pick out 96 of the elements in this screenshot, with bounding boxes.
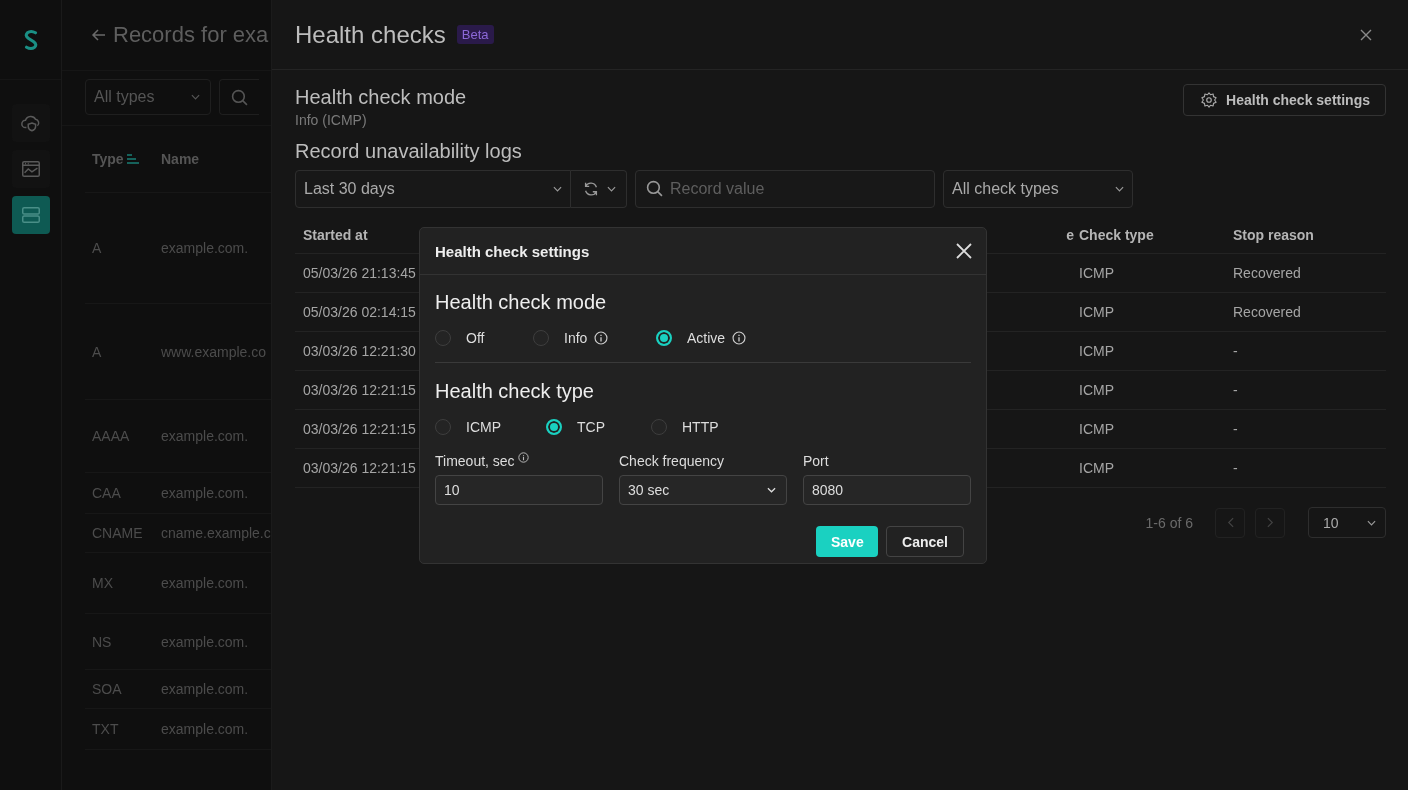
column-header: Check type (1079, 227, 1155, 243)
back-arrow-icon[interactable] (91, 27, 107, 43)
search-field[interactable] (219, 79, 259, 115)
table-cell-text: AAAA (91, 428, 131, 444)
section-heading: Record unavailability logs (295, 140, 523, 163)
table-cell-text: MX (91, 575, 114, 591)
radio-label: TCP (577, 419, 605, 435)
chevron-down-icon (191, 94, 200, 100)
chevron-down-icon (553, 186, 562, 192)
radio-label: ICMP (466, 419, 501, 435)
input-field[interactable]: 8080 (803, 475, 971, 505)
dialog-title: Health check settings (435, 242, 590, 260)
table-cell-text: ICMP (1079, 343, 1115, 359)
period-select[interactable]: Last 30 days (295, 170, 571, 208)
radio-button[interactable] (651, 419, 667, 435)
radio-label: HTTP (682, 419, 719, 435)
table-cell: 03/03/26 12:21:15 (303, 382, 416, 398)
gear-icon (1200, 91, 1219, 109)
column-header: e (1066, 227, 1074, 243)
table-cell: cname.example.c (161, 525, 271, 541)
table-cell-text: - (1233, 460, 1239, 476)
radio-button[interactable] (533, 330, 549, 346)
table-cell: 05/03/26 21:13:45 (303, 265, 416, 281)
search-icon (231, 88, 248, 106)
close-icon[interactable] (1360, 28, 1372, 41)
table-cell-text: ICMP (1079, 265, 1115, 281)
info-icon (594, 331, 609, 345)
radio-button[interactable] (656, 330, 672, 346)
table-cell-text: ICMP (1079, 382, 1115, 398)
search-field[interactable]: Record value (635, 170, 935, 208)
chevron-down-icon (1115, 186, 1124, 192)
table-cell-text: SOA (91, 681, 123, 697)
column-header: Started at (303, 227, 368, 243)
chevron-left-icon (1226, 517, 1234, 528)
sidebar-item[interactable] (11, 196, 50, 234)
field-label: Check frequency (619, 453, 725, 469)
radio-label: Active (687, 330, 726, 346)
check-type-select[interactable]: All check types (943, 170, 1133, 208)
info-icon (732, 331, 747, 345)
field-label: Port (803, 453, 829, 469)
chevron-down-icon (767, 487, 776, 493)
table-cell-text: - (1233, 382, 1239, 398)
cancel-button[interactable]: Cancel (886, 526, 964, 557)
table-cell: example.com. (161, 681, 249, 697)
table-cell-text: Recovered (1233, 304, 1302, 320)
mode-value: Info (ICMP) (295, 112, 368, 128)
table-cell-text: ICMP (1079, 421, 1115, 437)
table-cell: example.com. (161, 240, 249, 256)
chevron-down-icon (606, 186, 616, 192)
frequency-select[interactable]: 30 sec (619, 475, 787, 505)
section-heading: Health check mode (435, 291, 608, 314)
section-heading: Health check type (435, 380, 595, 403)
table-cell: example.com. (161, 721, 249, 737)
input-field[interactable]: 10 (435, 475, 603, 505)
table-cell: 03/03/26 12:21:30 (303, 343, 416, 359)
chevron-down-icon (1367, 519, 1376, 526)
sort-icon[interactable] (126, 154, 139, 164)
table-cell: www.example.co (161, 343, 267, 360)
radio-button[interactable] (435, 419, 451, 435)
table-cell-text: A (91, 240, 103, 256)
page-title: Records for exa (113, 22, 269, 48)
field-label: Timeout, sec (435, 453, 515, 469)
table-cell: example.com. (161, 428, 249, 444)
table-cell-text: Recovered (1233, 265, 1302, 281)
table-cell-text: TXT (91, 721, 120, 737)
table-cell: example.com. (161, 633, 249, 650)
table-cell-text: NS (91, 633, 113, 650)
radio-button[interactable] (546, 419, 562, 435)
page-range: 1-6 of 6 (1145, 514, 1193, 531)
table-cell-text: CAA (91, 485, 122, 501)
table-cell-text: - (1233, 343, 1239, 359)
table-cell: 03/03/26 12:21:15 (303, 460, 416, 476)
settings-button[interactable]: Health check settings (1183, 84, 1386, 116)
table-cell: 05/03/26 02:14:15 (303, 304, 416, 320)
servers-icon (19, 204, 42, 226)
radio-label: Off (466, 330, 485, 346)
table-cell-text: ICMP (1079, 304, 1115, 320)
table-cell: example.com. (161, 485, 249, 501)
table-cell-text: ICMP (1079, 460, 1115, 476)
radio-label: Info (564, 330, 588, 346)
table-cell: example.com. (161, 575, 249, 591)
table-cell-text: - (1233, 421, 1239, 437)
chevron-right-icon (1266, 517, 1274, 528)
beta-badge: Beta (456, 25, 494, 44)
drawer-title: Health checks (295, 20, 446, 49)
search-icon (646, 180, 663, 197)
info-icon (517, 452, 529, 463)
column-header: Stop reason (1233, 227, 1315, 243)
refresh-button[interactable] (571, 170, 627, 208)
browser-chart-icon (19, 158, 42, 180)
section-heading: Health check mode (295, 86, 467, 109)
page-size-select[interactable]: 10 (1308, 507, 1386, 538)
table-cell-text: A (91, 343, 103, 360)
table-cell: 03/03/26 12:21:15 (303, 421, 416, 437)
table-cell-text: CNAME (91, 525, 144, 541)
radio-button[interactable] (435, 330, 451, 346)
